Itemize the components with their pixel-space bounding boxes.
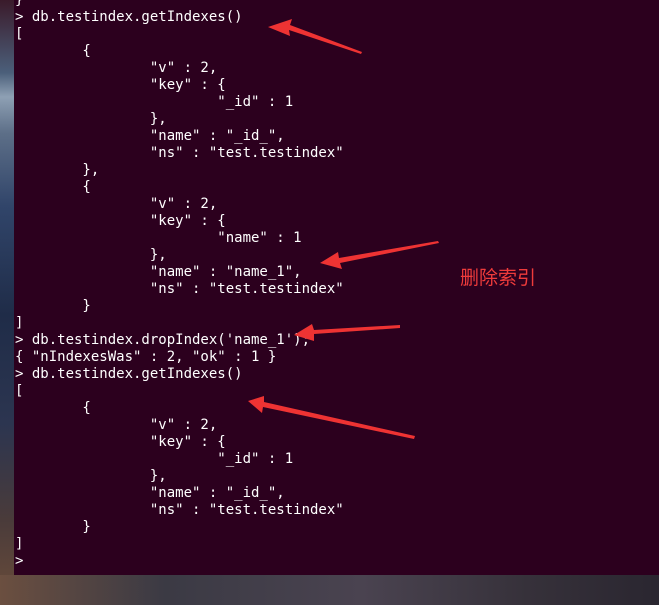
terminal-line: "key" : { [15, 77, 226, 93]
terminal-line: { "nIndexesWas" : 2, "ok" : 1 } [15, 349, 277, 365]
terminal-line: [ [15, 383, 24, 399]
terminal-line: }, [15, 468, 167, 484]
terminal-line: "key" : { [15, 213, 226, 229]
annotation-label: 删除索引 [460, 267, 537, 289]
terminal-line: "name" : "name_1", [15, 264, 302, 280]
terminal-line: "name" : 1 [15, 230, 302, 246]
terminal-line: }, [15, 111, 167, 127]
terminal-line: "ns" : "test.testindex" [15, 281, 344, 297]
terminal-line: "_id" : 1 [15, 451, 294, 467]
terminal-line: > [15, 553, 32, 569]
terminal-line: { [15, 43, 91, 59]
terminal-line: > db.testindex.getIndexes() [15, 366, 243, 382]
terminal-line: "key" : { [15, 434, 226, 450]
terminal-line: "v" : 2, [15, 60, 218, 76]
desktop-background-bottom [0, 575, 659, 605]
terminal-line: } [15, 0, 24, 8]
terminal-line: { [15, 179, 91, 195]
terminal-line: "ns" : "test.testindex" [15, 145, 344, 161]
terminal-window[interactable]: } > db.testindex.getIndexes() [ { "v" : … [14, 0, 659, 575]
terminal-line: > db.testindex.dropIndex('name_1'); [15, 332, 311, 348]
terminal-line: }, [15, 247, 167, 263]
terminal-line: "ns" : "test.testindex" [15, 502, 344, 518]
terminal-line: "v" : 2, [15, 417, 218, 433]
desktop-background-left [0, 0, 14, 605]
terminal-line: [ [15, 26, 24, 42]
terminal-line: } [15, 298, 91, 314]
terminal-line: "name" : "_id_", [15, 128, 285, 144]
terminal-line: ] [15, 315, 24, 331]
terminal-line: { [15, 400, 91, 416]
terminal-line: } [15, 519, 91, 535]
terminal-line: "_id" : 1 [15, 94, 294, 110]
terminal-line: }, [15, 162, 100, 178]
terminal-line: ] [15, 536, 24, 552]
terminal-line: "v" : 2, [15, 196, 218, 212]
terminal-line: "name" : "_id_", [15, 485, 285, 501]
terminal-output: } > db.testindex.getIndexes() [ { "v" : … [15, 0, 344, 570]
terminal-line: > db.testindex.getIndexes() [15, 9, 243, 25]
